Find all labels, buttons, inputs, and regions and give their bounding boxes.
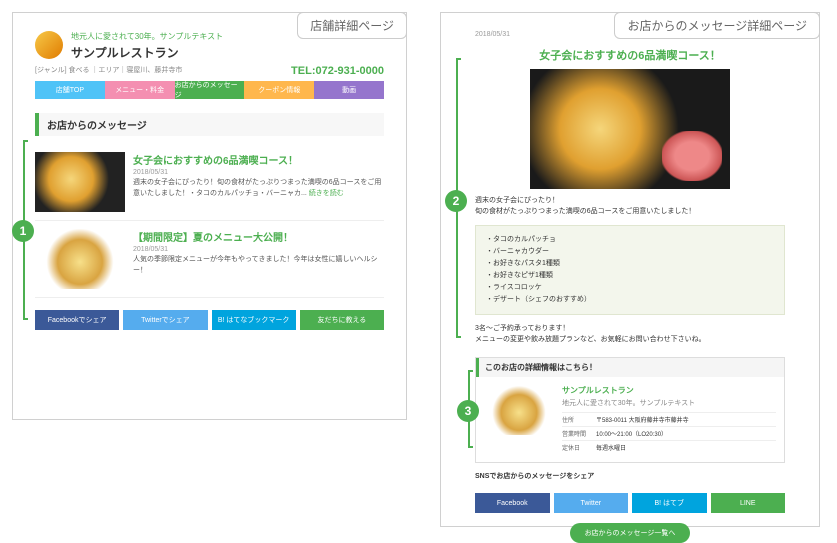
article-body-line: 週末の女子会にぴったり！ xyxy=(475,195,785,206)
article-hero-image xyxy=(530,69,730,189)
menu-item: ・タコのカルパッチョ xyxy=(486,234,774,246)
article-body-line: 3名〜ご予約承っております！ xyxy=(475,323,785,334)
article-body-line: 旬の食材がたっぷりつまった満喫の6品コースをご用意いたしました！ xyxy=(475,206,785,217)
share-buttons: Facebook Twitter B! はてブ LINE xyxy=(475,493,785,513)
nav-tabs: 店舗TOP メニュー・料金 お店からのメッセージ クーポン情報 動画 xyxy=(35,81,384,99)
card-title: 女子会におすすめの6品満喫コース！ xyxy=(133,152,384,167)
article-body-line: メニューの変更や飲み放題プランなど、お気軽にお問い合わせ下さいね。 xyxy=(475,334,785,345)
annotation-badge: 1 xyxy=(12,220,34,242)
section-heading: お店からのメッセージ xyxy=(35,113,384,136)
tab-menu[interactable]: メニュー・料金 xyxy=(105,81,175,99)
shop-name: サンプルレストラン xyxy=(71,44,223,61)
share-buttons: Facebookでシェア Twitterでシェア B! はてなブックマーク 友だ… xyxy=(35,310,384,330)
read-more-link[interactable]: 続きを読む xyxy=(309,190,344,197)
sns-share-label: SNSでお店からのメッセージをシェア xyxy=(475,471,785,481)
shop-info-thumb xyxy=(484,385,554,435)
article-date: 2018/05/31 xyxy=(475,31,510,41)
menu-item: ・ライスコロッケ xyxy=(486,282,774,294)
share-facebook-button[interactable]: Facebookでシェア xyxy=(35,310,119,330)
menu-item: ・バーニャカウダー xyxy=(486,246,774,258)
shop-tagline: 地元人に愛されて30年。サンプルテキスト xyxy=(71,31,223,42)
annotation-badge: 2 xyxy=(445,190,467,212)
message-detail-panel: お店からのメッセージ詳細ページ 2018/05/31 サンプルレストラン 女子会… xyxy=(440,12,820,527)
share-hatena-button[interactable]: B! はてブ xyxy=(632,493,707,513)
info-key: 営業時間 xyxy=(562,427,596,440)
tab-coupon[interactable]: クーポン情報 xyxy=(244,81,314,99)
message-card[interactable]: 女子会におすすめの6品満喫コース！ 2018/05/31 週末の女子会にぴったり… xyxy=(35,144,384,221)
shop-info-name[interactable]: サンプルレストラン xyxy=(562,385,776,396)
card-text: 週末の女子会にぴったり！旬の食材がたっぷりつまった満喫の6品コースをご用意いたし… xyxy=(133,178,384,199)
menu-list: ・タコのカルパッチョ ・バーニャカウダー ・お好きなパスタ1種類 ・お好きなピザ… xyxy=(475,225,785,314)
message-card[interactable]: 【期間限定】夏のメニュー大公開！ 2018/05/31 人気の季節限定メニューが… xyxy=(35,221,384,298)
share-line-button[interactable]: LINE xyxy=(711,493,786,513)
info-val: 毎週水曜日 xyxy=(596,441,776,454)
article-title: 女子会におすすめの6品満喫コース！ xyxy=(475,47,785,63)
card-title: 【期間限定】夏のメニュー大公開！ xyxy=(133,229,384,244)
back-to-list-button[interactable]: お店からのメッセージ一覧へ xyxy=(570,523,690,543)
share-hatena-button[interactable]: B! はてなブックマーク xyxy=(212,310,296,330)
card-date: 2018/05/31 xyxy=(133,246,384,253)
menu-item: ・お好きなピザ1種類 xyxy=(486,270,774,282)
info-key: 定休日 xyxy=(562,441,596,454)
tab-top[interactable]: 店舗TOP xyxy=(35,81,105,99)
card-thumb xyxy=(35,152,125,212)
panel-label-right: お店からのメッセージ詳細ページ xyxy=(614,12,820,39)
card-date: 2018/05/31 xyxy=(133,169,384,176)
shop-info-heading: このお店の詳細情報はこちら！ xyxy=(476,358,784,377)
tab-movie[interactable]: 動画 xyxy=(314,81,384,99)
shop-info-box: このお店の詳細情報はこちら！ サンプルレストラン 地元人に愛されて30年。サンプ… xyxy=(475,357,785,463)
shop-detail-panel: 店舗詳細ページ 地元人に愛されて30年。サンプルテキスト サンプルレストラン [… xyxy=(12,12,407,420)
card-text: 人気の季節限定メニューが今年もやってきました！今年は女性に嬉しいヘルシー！ xyxy=(133,255,384,276)
shop-info-sub: 地元人に愛されて30年。サンプルテキスト xyxy=(562,398,776,408)
menu-item: ・お好きなパスタ1種類 xyxy=(486,258,774,270)
menu-item: ・デザート（シェフのおすすめ） xyxy=(486,294,774,306)
info-val: 10:00〜21:00（LO20:30） xyxy=(596,427,776,440)
share-line-button[interactable]: 友だちに教える xyxy=(300,310,384,330)
tab-message[interactable]: お店からのメッセージ xyxy=(175,81,245,99)
share-twitter-button[interactable]: Twitter xyxy=(554,493,629,513)
info-val: 〒583-0011 大阪府藤井寺市藤井寺 xyxy=(596,413,776,426)
share-facebook-button[interactable]: Facebook xyxy=(475,493,550,513)
panel-label-left: 店舗詳細ページ xyxy=(297,12,407,39)
annotation-badge: 3 xyxy=(457,400,479,422)
shop-logo-icon xyxy=(35,31,63,59)
card-thumb xyxy=(35,229,125,289)
info-key: 住所 xyxy=(562,413,596,426)
share-twitter-button[interactable]: Twitterでシェア xyxy=(123,310,207,330)
